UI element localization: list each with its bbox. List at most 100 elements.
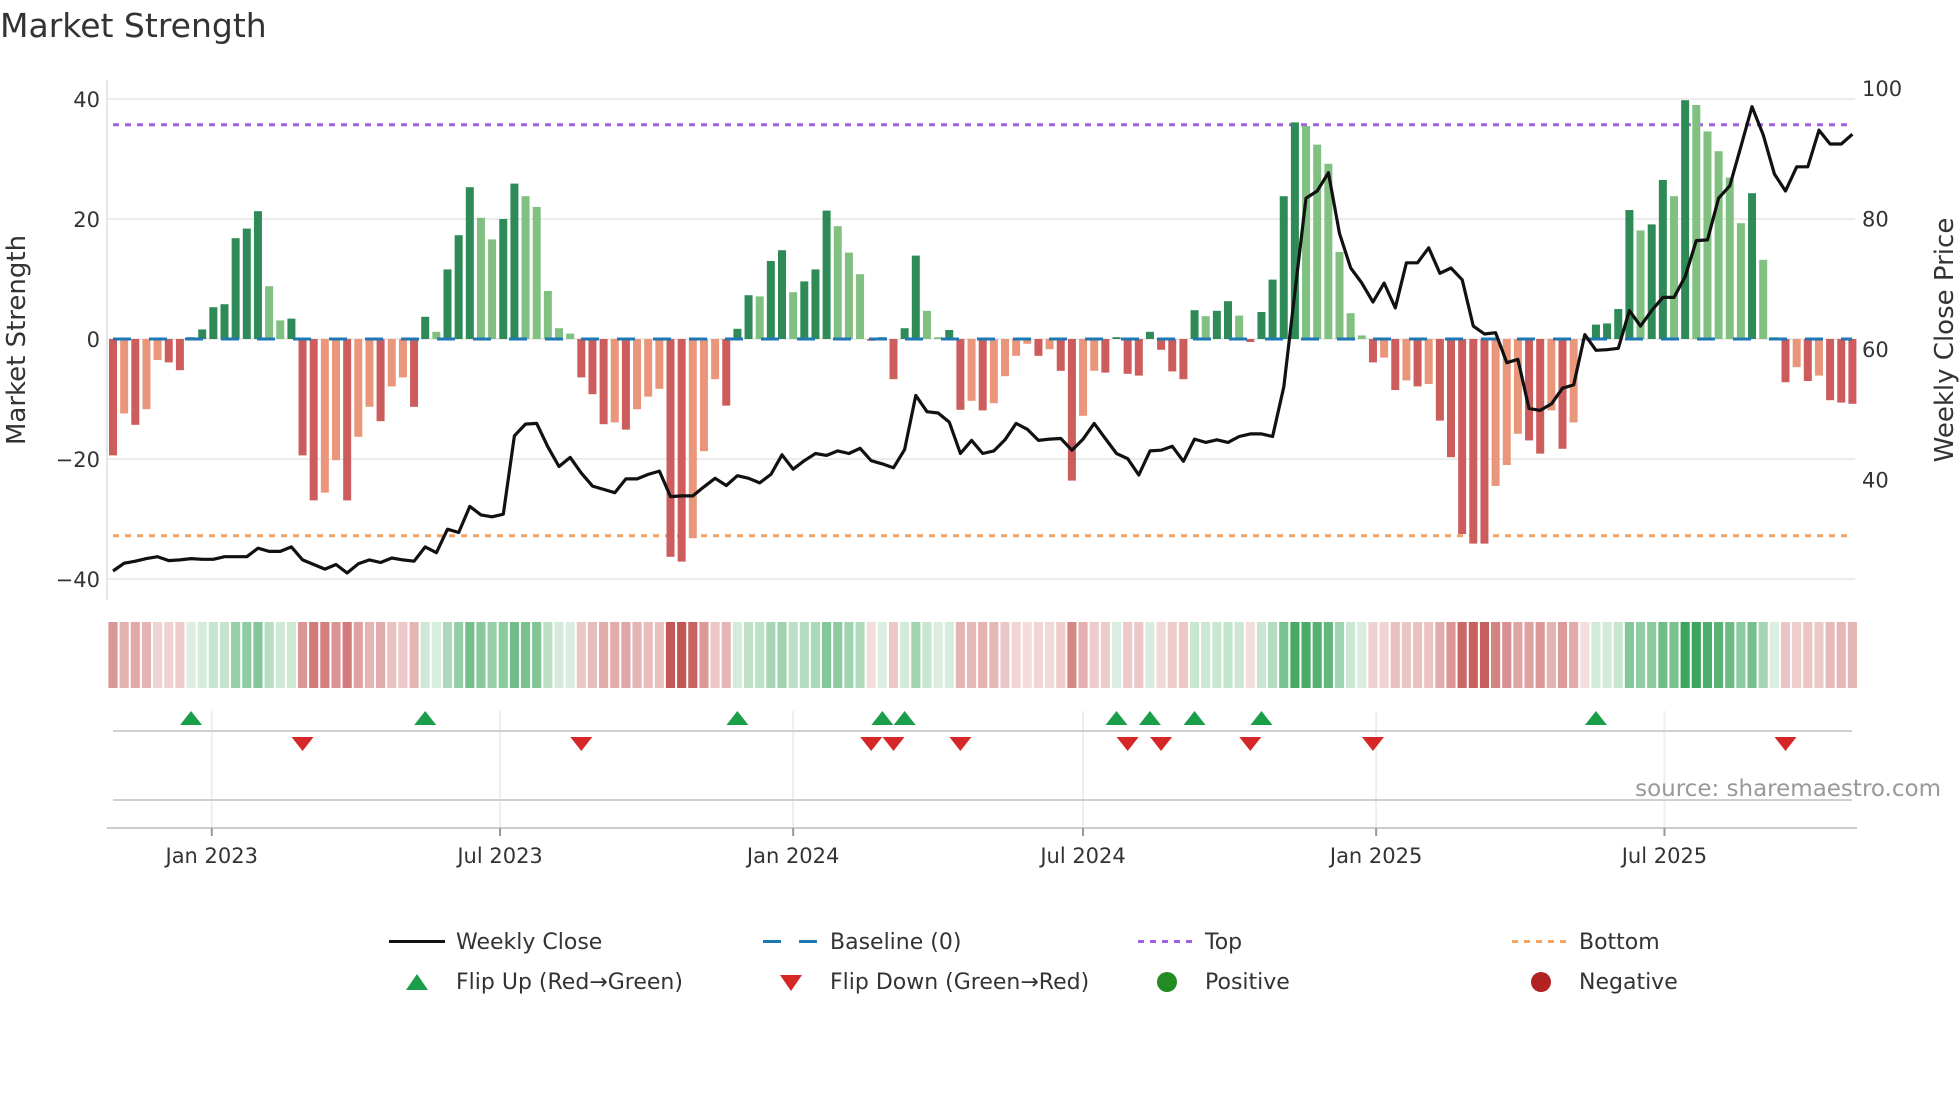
strength-bar (309, 339, 318, 501)
strip-cell (1714, 622, 1724, 688)
strength-bar (1235, 315, 1244, 339)
strip-cell (1780, 622, 1791, 688)
x-tick-label: Jul 2024 (1038, 844, 1125, 868)
strength-bar (1792, 339, 1801, 368)
strip-cell (1156, 622, 1166, 688)
strength-bar (488, 239, 497, 339)
strip-cell (1078, 622, 1088, 688)
strip-cell (1591, 622, 1601, 688)
strength-bar (1826, 339, 1835, 401)
strip-cell (1379, 622, 1389, 688)
dotted-line-swatch-icon (1509, 927, 1569, 957)
y2-axis-label: Weekly Close Price (1930, 218, 1960, 463)
strip-cell (955, 622, 965, 688)
strip-cell (1535, 622, 1545, 688)
strip-cell (532, 622, 542, 688)
y-tick-label: −20 (56, 448, 100, 472)
strength-bar (1157, 339, 1166, 350)
strip-cell (1256, 622, 1267, 688)
strength-bar (989, 339, 998, 404)
strip-cell (153, 622, 163, 688)
strip-cell (1189, 622, 1200, 688)
strength-bar (175, 339, 184, 371)
strip-cell (175, 622, 185, 688)
strength-bar (677, 339, 686, 562)
strength-bar (443, 269, 452, 339)
strength-bar (164, 339, 173, 363)
strip-cell (1446, 622, 1456, 688)
strip-cell (554, 622, 564, 688)
legend-item-top: Top (1135, 927, 1242, 957)
strip-cell (331, 622, 341, 688)
strip-cell (1825, 622, 1835, 688)
strip-cell (130, 622, 140, 688)
strength-bar (465, 187, 474, 339)
strength-bar (109, 339, 117, 456)
strip-cell (900, 622, 910, 688)
triangle-up-icon (386, 967, 446, 997)
strip-cell (1491, 622, 1501, 688)
strip-cell (1134, 622, 1144, 688)
legend-item-weekly-close: Weekly Close (386, 927, 602, 957)
legend-label: Weekly Close (456, 929, 603, 955)
strip-cell (1045, 622, 1055, 688)
strip-cell (1145, 622, 1155, 688)
strength-bar (934, 337, 943, 339)
strength-bar (287, 318, 296, 339)
strength-bar (566, 333, 575, 339)
strength-bar (577, 339, 586, 378)
strength-bar (1714, 151, 1723, 339)
strip-cell (1669, 622, 1679, 688)
strength-bar (1067, 339, 1076, 481)
strength-bar (822, 210, 831, 339)
strength-bar (1101, 339, 1110, 373)
strip-cell (487, 622, 497, 688)
strength-bar (1012, 339, 1021, 356)
flip-down-marker (1361, 737, 1384, 751)
strip-cell (1435, 622, 1445, 688)
strip-cell (922, 622, 932, 688)
strength-bar (688, 339, 697, 539)
strip-cell (219, 622, 230, 688)
strength-bar (231, 238, 240, 339)
legend-item-positive: Positive (1135, 967, 1290, 997)
strip-cell (297, 622, 308, 688)
strip-cell (587, 622, 598, 688)
strip-cell (398, 622, 408, 688)
strength-bar (1112, 337, 1121, 339)
strip-cell (1312, 622, 1322, 688)
strength-bar (1748, 193, 1757, 339)
strength-bar (1591, 324, 1600, 339)
strip-cell (1412, 622, 1423, 688)
strength-bar (599, 339, 608, 425)
strip-cell (342, 622, 352, 688)
strength-bar (209, 307, 218, 339)
strength-bar (499, 219, 508, 339)
strength-bar (421, 316, 430, 339)
strip-cell (1691, 622, 1701, 688)
strip-cell (721, 622, 731, 688)
y-tick-label: −40 (56, 568, 100, 592)
strength-bar (744, 295, 753, 339)
strength-bar (1279, 196, 1288, 339)
strength-bar (755, 296, 764, 339)
y-tick-label: 20 (73, 208, 100, 232)
strength-bar (1736, 223, 1745, 339)
strip-cell (1736, 622, 1746, 688)
strip-cell (1357, 622, 1367, 688)
strength-bar (1001, 339, 1009, 377)
strip-cell (822, 622, 832, 688)
strip-cell (1290, 622, 1300, 688)
flip-down-marker (1239, 737, 1262, 751)
strength-bar (1134, 339, 1143, 376)
strength-bar (120, 339, 129, 414)
strip-cell (1401, 622, 1411, 688)
strip-cell (1769, 622, 1779, 688)
flip-up-marker (414, 711, 437, 725)
strip-cell (665, 622, 676, 688)
flip-down-marker (1150, 737, 1173, 751)
strip-cell (231, 622, 241, 688)
legend-label: Flip Up (Red→Green) (456, 969, 683, 995)
strip-cell (1702, 622, 1713, 688)
strength-bar (142, 339, 151, 410)
